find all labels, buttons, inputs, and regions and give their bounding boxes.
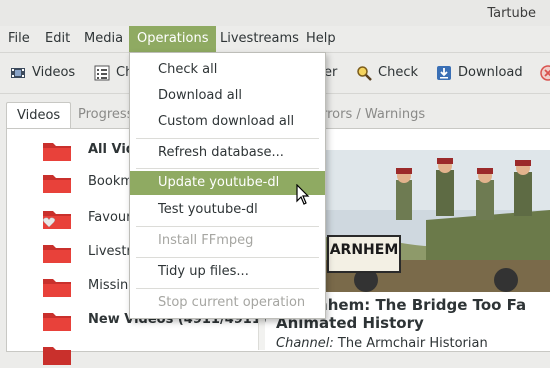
- stop-icon: [540, 65, 550, 81]
- menu-livestreams[interactable]: Livestreams: [212, 26, 307, 52]
- download-button[interactable]: Download: [436, 63, 526, 83]
- folder-icon: [43, 279, 71, 297]
- folder-icon: [43, 143, 71, 161]
- menu-item-stop-current-operation: Stop current operation: [158, 295, 306, 310]
- channel-label: Channel:: [276, 336, 334, 351]
- menu-item-tidy-up-files[interactable]: Tidy up files...: [130, 260, 325, 284]
- channel-tool-button[interactable]: Ch: [94, 63, 134, 83]
- check-label: Check: [378, 65, 418, 80]
- tab-errors-warnings[interactable]: rrors / Warnings: [312, 102, 435, 128]
- tree-label: Livestr: [88, 244, 132, 259]
- list-icon: [94, 65, 110, 81]
- title-bar: Tartube: [0, 0, 550, 26]
- folder-icon: [43, 245, 71, 263]
- menu-separator: [136, 168, 319, 169]
- menu-item-check-all[interactable]: Check all: [130, 58, 325, 82]
- menu-item-download-all[interactable]: Download all: [130, 84, 325, 108]
- menu-file[interactable]: File: [0, 26, 38, 52]
- video-channel: Channel: The Armchair Historian: [276, 336, 488, 351]
- download-label: Download: [458, 65, 523, 80]
- magnifier-icon: [357, 66, 372, 81]
- menu-separator: [136, 288, 319, 289]
- menu-edit[interactable]: Edit: [37, 26, 78, 52]
- folder-tool-label: er: [324, 65, 338, 80]
- window-title: Tartube: [487, 6, 536, 21]
- channel-name[interactable]: The Armchair Historian: [338, 336, 488, 351]
- tree-label: Favour: [88, 210, 132, 225]
- menu-separator: [136, 138, 319, 139]
- check-button[interactable]: Check: [356, 63, 420, 83]
- mouse-pointer-icon: [296, 184, 310, 205]
- menu-bar: File Edit Media Operations Livestreams H…: [0, 26, 550, 53]
- menu-item-custom-download-all[interactable]: Custom download all: [130, 110, 325, 134]
- menu-operations[interactable]: Operations: [129, 26, 217, 52]
- thumbnail-sign-text: ARNHEM: [329, 242, 399, 258]
- menu-separator: [136, 257, 319, 258]
- download-icon: [437, 66, 451, 80]
- menu-separator: [136, 226, 319, 227]
- stop-button[interactable]: [540, 63, 550, 83]
- videos-tool-button[interactable]: Videos: [10, 63, 80, 83]
- menu-item-install-ffmpeg: Install FFmpeg: [158, 233, 254, 248]
- film-icon: [11, 68, 25, 78]
- folder-icon: [43, 313, 71, 331]
- menu-help[interactable]: Help: [298, 26, 344, 52]
- folder-icon: [43, 175, 71, 193]
- tree-item-partial[interactable]: [6, 340, 258, 368]
- menu-media[interactable]: Media: [76, 26, 131, 52]
- folder-tool-button[interactable]: er: [324, 63, 344, 83]
- videos-tool-label: Videos: [32, 65, 76, 80]
- folder-icon: [43, 347, 71, 365]
- tab-videos[interactable]: Videos: [6, 102, 72, 129]
- tree-label: Bookm: [88, 174, 134, 189]
- folder-heart-icon: [42, 211, 71, 229]
- menu-item-refresh-database[interactable]: Refresh database...: [130, 141, 325, 165]
